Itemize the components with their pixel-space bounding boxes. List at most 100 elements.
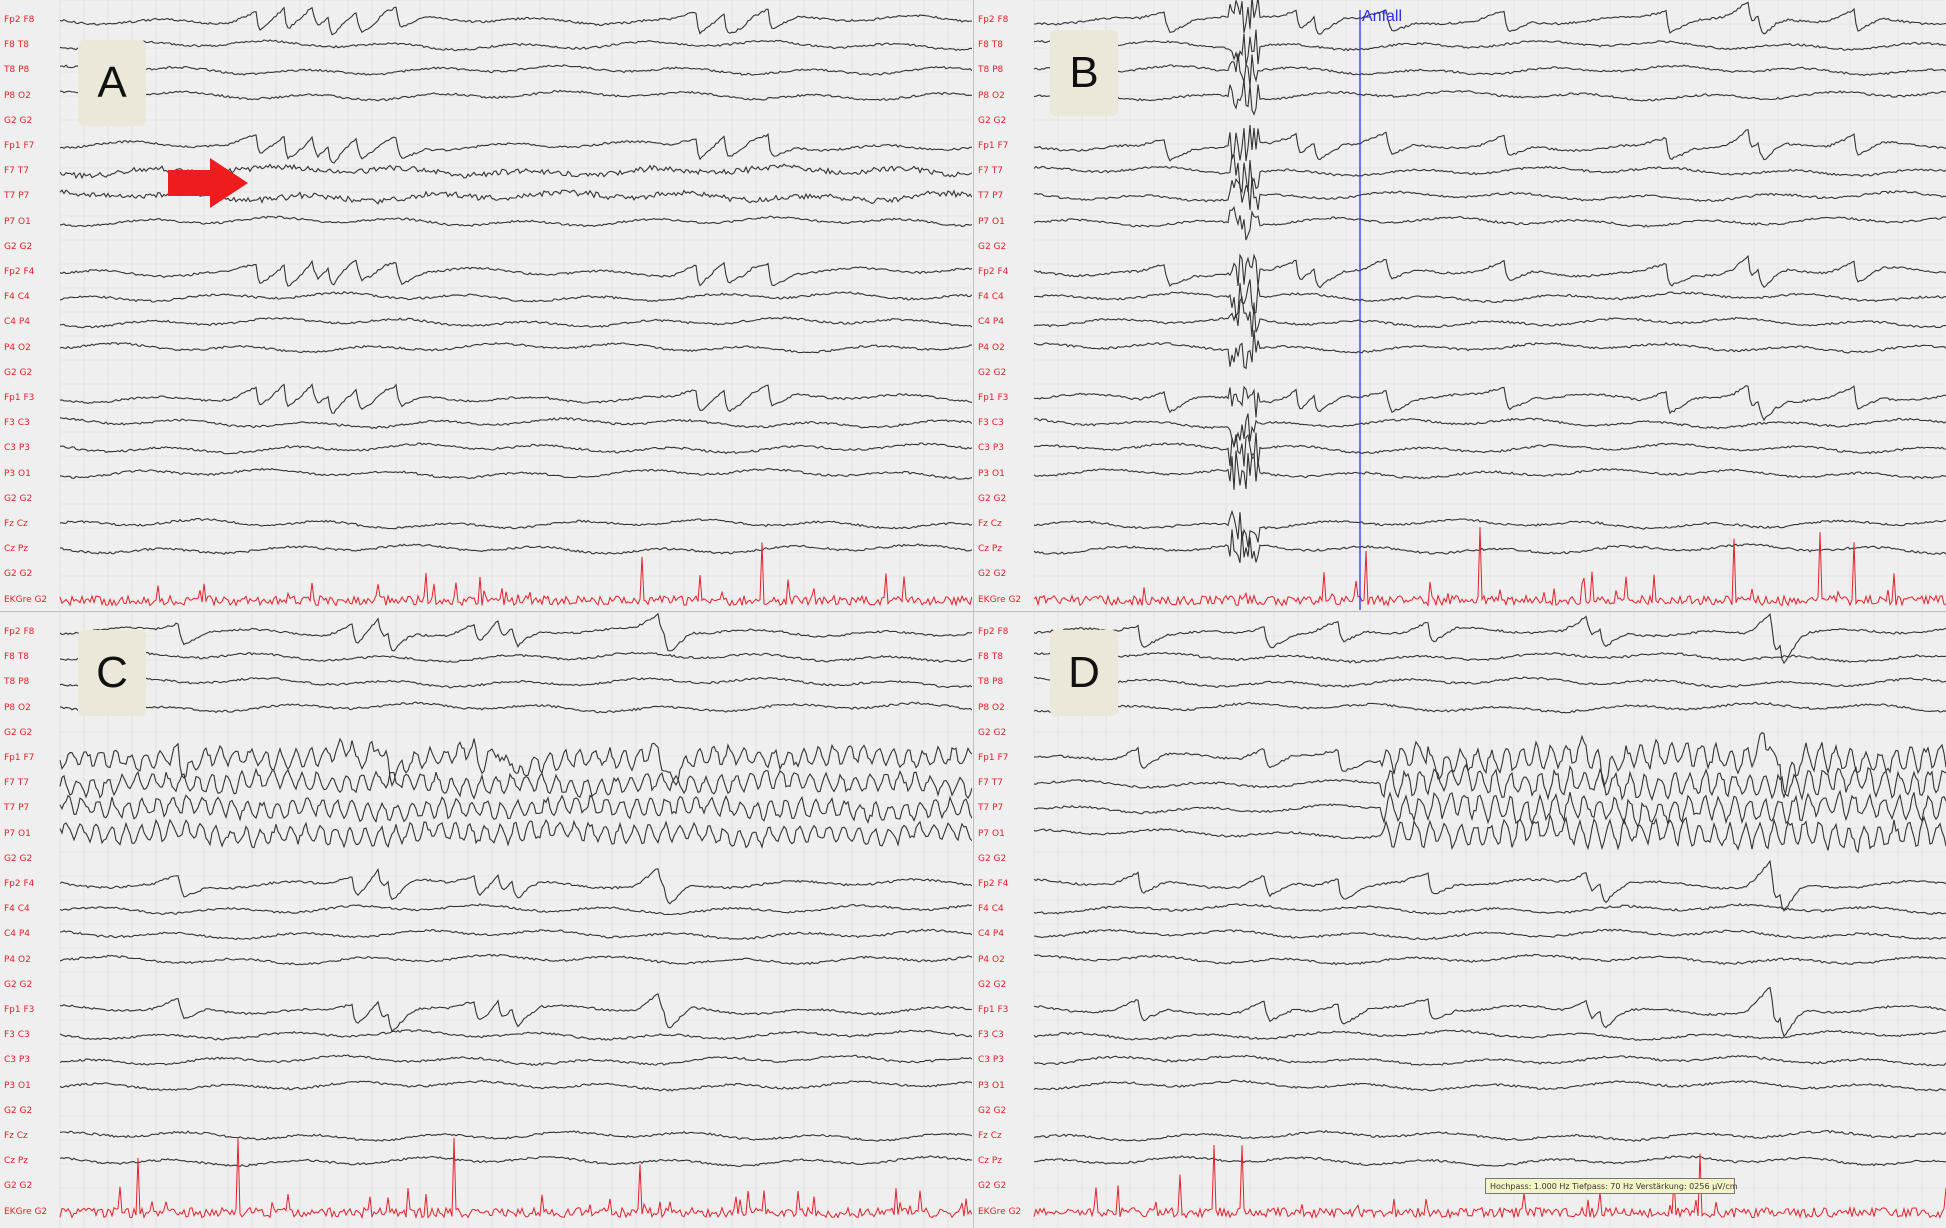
channel-label: F8 T8 — [978, 652, 1003, 663]
channel-label: Fz Cz — [978, 1131, 1002, 1141]
channel-label: EKGre G2 — [978, 594, 1022, 605]
panel-letter: B — [1050, 30, 1118, 116]
channel-label: F8 T8 — [4, 652, 29, 663]
channel-label: P8 O2 — [978, 90, 1005, 101]
channel-label: G2 G2 — [978, 1105, 1007, 1116]
channel-label: G2 G2 — [978, 569, 1007, 580]
channel-label: G2 G2 — [4, 241, 33, 252]
channel-label: P3 O1 — [4, 468, 31, 479]
channel-label: C4 P4 — [978, 317, 1005, 328]
channel-label: Fp1 F7 — [4, 141, 35, 151]
channel-label: F8 T8 — [4, 40, 29, 51]
panel-letter: A — [78, 40, 146, 126]
channel-label: F7 T7 — [978, 778, 1003, 789]
channel-label: G2 G2 — [4, 493, 33, 504]
channel-label: P7 O1 — [978, 216, 1005, 227]
channel-label: Fp2 F4 — [978, 267, 1009, 277]
channel-label: Fp1 F3 — [4, 393, 35, 403]
channel-label: T8 P8 — [978, 677, 1004, 688]
channel-label: G2 G2 — [4, 979, 33, 990]
channel-label: F4 C4 — [978, 904, 1004, 915]
channel-label: G2 G2 — [4, 1181, 33, 1192]
channel-label: G2 G2 — [978, 115, 1007, 126]
channel-label: G2 G2 — [4, 569, 33, 580]
channel-label: Fp2 F8 — [4, 627, 35, 637]
channel-label: T7 P7 — [978, 191, 1004, 202]
channel-label: T7 P7 — [978, 803, 1004, 814]
channel-label: Fp2 F8 — [4, 15, 35, 25]
channel-label: P3 O1 — [978, 468, 1005, 479]
channel-label: F3 C3 — [4, 1030, 30, 1041]
panel-c: Fp2 F8 F8 T8 T8 P8 P8 O2 G2 G2 Fp1 F7 F7 T7 T7 … — [0, 612, 972, 1228]
channel-label: C3 P3 — [4, 1055, 31, 1066]
vertical-divider — [973, 0, 974, 1228]
channel-label: Fz Cz — [4, 1131, 28, 1141]
channel-label: Cz Pz — [978, 1156, 1003, 1167]
channel-label: Fz Cz — [4, 519, 28, 529]
channel-label: P4 O2 — [978, 954, 1005, 965]
eeg-trace-area — [1033, 0, 1946, 610]
channel-label: Fp2 F8 — [978, 15, 1009, 25]
horizontal-divider — [0, 611, 1946, 612]
channel-label: F8 T8 — [978, 40, 1003, 51]
channel-label: P8 O2 — [978, 702, 1005, 713]
channel-label: P7 O1 — [978, 828, 1005, 839]
channel-label: EKGre G2 — [978, 1206, 1022, 1217]
channel-label: T7 P7 — [4, 191, 30, 202]
channel-label: F7 T7 — [4, 166, 29, 177]
channel-label: P4 O2 — [978, 342, 1005, 353]
channel-label: C3 P3 — [4, 443, 31, 454]
channel-label: P8 O2 — [4, 702, 31, 713]
panel-d: Fp2 F8 F8 T8 T8 P8 P8 O2 G2 G2 Fp1 F7 F7 T7 T7 … — [974, 612, 1946, 1228]
channel-label: G2 G2 — [978, 1181, 1007, 1192]
channel-label: F4 C4 — [4, 292, 30, 303]
grid — [1033, 612, 1946, 1228]
channel-label: EKGre G2 — [4, 594, 48, 605]
channel-label: Cz Pz — [4, 1156, 29, 1167]
channel-label: Fp2 F4 — [4, 267, 35, 277]
panel-letter: D — [1050, 630, 1118, 716]
channel-label: Fz Cz — [978, 519, 1002, 529]
channel-label: G2 G2 — [978, 727, 1007, 738]
channel-label: Fp2 F4 — [978, 879, 1009, 889]
channel-label: G2 G2 — [978, 493, 1007, 504]
panel-letter: C — [78, 630, 146, 716]
channel-label: F4 C4 — [4, 904, 30, 915]
eeg-trace-area — [1033, 612, 1946, 1228]
channel-label: G2 G2 — [4, 115, 33, 126]
channel-label: Cz Pz — [4, 544, 29, 555]
channel-label: T8 P8 — [4, 677, 30, 688]
channel-label: C4 P4 — [978, 929, 1005, 940]
channel-label: C4 P4 — [4, 317, 31, 328]
channel-label: Fp1 F3 — [4, 1005, 35, 1015]
channel-label: P4 O2 — [4, 342, 31, 353]
channel-label: Fp2 F8 — [978, 627, 1009, 637]
channel-label: F3 C3 — [978, 1030, 1004, 1041]
channel-label: Fp1 F3 — [978, 1005, 1009, 1015]
filter-settings-status: Hochpass: 1.000 Hz Tiefpass: 70 Hz Verst… — [1485, 1178, 1738, 1194]
channel-label: C4 P4 — [4, 929, 31, 940]
channel-label: F7 T7 — [4, 778, 29, 789]
channel-label: EKGre G2 — [4, 1206, 48, 1217]
channel-label: G2 G2 — [978, 853, 1007, 864]
channel-label: F7 T7 — [978, 166, 1003, 177]
channel-label: G2 G2 — [4, 727, 33, 738]
channel-label: F4 C4 — [978, 292, 1004, 303]
seizure-marker-label: Anfall — [1362, 8, 1403, 25]
channel-label: Fp2 F4 — [4, 879, 35, 889]
channel-label: G2 G2 — [4, 1105, 33, 1116]
channel-label: Fp1 F7 — [978, 753, 1009, 763]
channel-label: G2 G2 — [978, 367, 1007, 378]
channel-label: C3 P3 — [978, 1055, 1005, 1066]
channel-label: Fp1 F3 — [978, 393, 1009, 403]
channel-label: P3 O1 — [4, 1080, 31, 1091]
channel-label: T8 P8 — [978, 65, 1004, 76]
channel-label: T7 P7 — [4, 803, 30, 814]
channel-label: Fp1 F7 — [978, 141, 1009, 151]
channel-label: G2 G2 — [4, 853, 33, 864]
channel-label: P3 O1 — [978, 1080, 1005, 1091]
channel-label: Fp1 F7 — [4, 753, 35, 763]
channel-label: P8 O2 — [4, 90, 31, 101]
channel-label: T8 P8 — [4, 65, 30, 76]
channel-label: C3 P3 — [978, 443, 1005, 454]
